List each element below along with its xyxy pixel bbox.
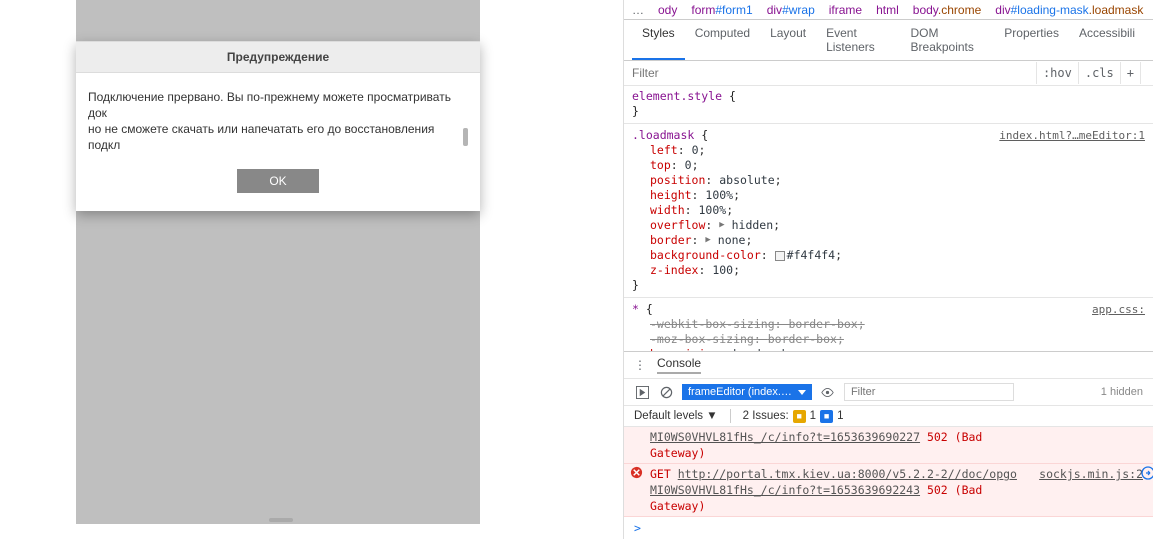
css-declaration[interactable]: -webkit-box-sizing: border-box; (632, 317, 1145, 332)
styles-tabbar: Styles Computed Layout Event Listeners D… (624, 20, 1153, 61)
breadcrumb-item[interactable]: iframe (829, 3, 862, 17)
styles-rules: element.style { } index.html?…meEditor:1… (624, 86, 1153, 351)
tab-event-listeners[interactable]: Event Listeners (816, 20, 900, 60)
console-error-row[interactable]: MI0WS0VHVL81fHs_/c/info?t=1653639690227 … (624, 427, 1153, 464)
dialog-text-line: но не сможете скачать или напечатать его… (88, 121, 457, 153)
rule-loadmask[interactable]: index.html?…meEditor:1 .loadmask { left:… (632, 128, 1145, 293)
dom-breadcrumb[interactable]: … ody form#form1 div#wrap iframe html bo… (624, 0, 1153, 20)
tab-computed[interactable]: Computed (685, 20, 760, 60)
styles-filter-row: :hov .cls + (624, 61, 1153, 86)
play-icon[interactable] (634, 384, 650, 400)
tab-dom-breakpoints[interactable]: DOM Breakpoints (901, 20, 995, 60)
breadcrumb-item: body.chrome (913, 3, 982, 17)
css-declaration[interactable]: top: 0; (632, 158, 1145, 173)
css-declaration[interactable]: border: ▶ none; (632, 233, 1145, 248)
app-background: Предупреждение Подключение прервано. Вы … (76, 0, 480, 524)
breadcrumb-item: form#form1 (691, 3, 752, 17)
breadcrumb-item: div#wrap (767, 3, 815, 17)
css-declaration[interactable]: height: 100%; (632, 188, 1145, 203)
panel-icon[interactable] (1140, 62, 1153, 84)
hidden-count[interactable]: 1 hidden (1101, 386, 1143, 398)
css-declaration[interactable]: background-color: #f4f4f4; (632, 248, 1145, 263)
new-rule-button[interactable]: + (1120, 62, 1140, 84)
clear-icon[interactable] (658, 384, 674, 400)
source-link[interactable]: index.html?…meEditor:1 (999, 128, 1145, 143)
rule-star[interactable]: app.css: * { -webkit-box-sizing: border-… (632, 302, 1145, 351)
console-messages: MI0WS0VHVL81fHs_/c/info?t=1653639690227 … (624, 427, 1153, 539)
css-declaration[interactable]: left: 0; (632, 143, 1145, 158)
console-tab[interactable]: Console (657, 356, 701, 374)
chevron-down-icon (798, 390, 806, 395)
hov-toggle[interactable]: :hov (1036, 62, 1078, 84)
console-drawer: ⋮ Console frameEditor (index.… 1 hidden … (624, 351, 1153, 539)
color-swatch-icon[interactable] (775, 251, 785, 261)
css-declaration[interactable]: width: 100%; (632, 203, 1145, 218)
css-declaration[interactable]: overflow: ▶ hidden; (632, 218, 1145, 233)
app-viewport: Предупреждение Подключение прервано. Вы … (0, 0, 624, 539)
error-icon (630, 466, 643, 479)
context-selector[interactable]: frameEditor (index.… (682, 384, 812, 400)
css-declaration[interactable]: position: absolute; (632, 173, 1145, 188)
warning-dialog: Предупреждение Подключение прервано. Вы … (76, 41, 480, 211)
eye-icon[interactable] (820, 384, 836, 400)
console-filter-input[interactable] (844, 383, 1014, 401)
console-error-row[interactable]: GET http://portal.tmx.kiev.ua:8000/v5.2.… (624, 464, 1153, 517)
link-icon[interactable] (1141, 466, 1153, 480)
css-declaration[interactable]: -moz-box-sizing: border-box; (632, 332, 1145, 347)
drag-handle[interactable] (269, 518, 293, 522)
dialog-body: Подключение прервано. Вы по-прежнему мож… (76, 73, 480, 163)
tab-styles[interactable]: Styles (632, 20, 685, 60)
tab-properties[interactable]: Properties (994, 20, 1069, 60)
issues-counter[interactable]: 2 Issues: ■1 ■1 (743, 410, 844, 423)
scrollbar-thumb[interactable] (463, 128, 468, 146)
tab-layout[interactable]: Layout (760, 20, 816, 60)
rule-element-style[interactable]: element.style { } (632, 89, 1145, 119)
ok-button[interactable]: OK (237, 169, 318, 193)
breadcrumb-item[interactable]: html (876, 3, 899, 17)
dialog-text-line: Подключение прервано. Вы по-прежнему мож… (88, 89, 468, 121)
tab-accessibility[interactable]: Accessibili (1069, 20, 1145, 60)
console-prompt[interactable]: > (624, 517, 1153, 539)
info-badge-icon: ■ (820, 410, 833, 423)
css-declaration[interactable]: z-index: 100; (632, 263, 1145, 278)
source-link[interactable]: app.css: (1092, 302, 1145, 317)
warn-badge-icon: ■ (793, 410, 806, 423)
breadcrumb-ellipsis[interactable]: … (632, 3, 644, 17)
css-declaration[interactable]: box-sizing: border-box; (632, 347, 1145, 351)
styles-filter-input[interactable] (624, 61, 1036, 85)
breadcrumb-item: div#loading-mask.loadmask (995, 3, 1143, 17)
breadcrumb-item: ody (658, 3, 677, 17)
cls-toggle[interactable]: .cls (1078, 62, 1120, 84)
source-link[interactable]: sockjs.min.js:2 (1039, 466, 1143, 482)
log-levels[interactable]: Default levels ▼ (634, 410, 718, 422)
devtools-panel: … ody form#form1 div#wrap iframe html bo… (624, 0, 1153, 539)
kebab-icon[interactable]: ⋮ (634, 358, 647, 372)
dialog-title: Предупреждение (76, 41, 480, 73)
